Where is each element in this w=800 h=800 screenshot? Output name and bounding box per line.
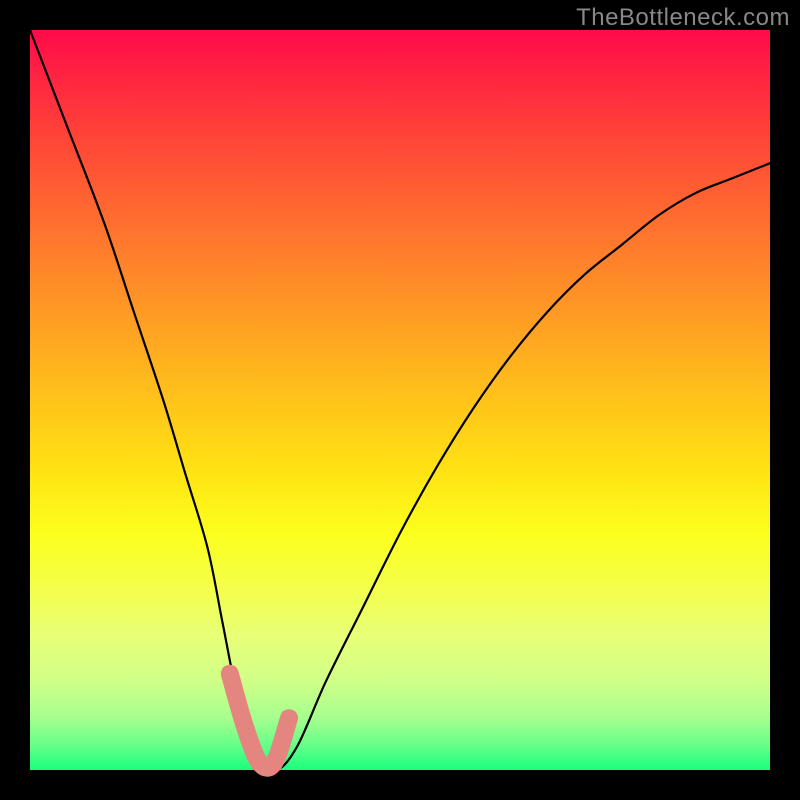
chart-frame: TheBottleneck.com [0,0,800,800]
highlight-marker [266,755,282,771]
curve-svg [30,30,770,770]
plot-area [30,30,770,770]
bottleneck-curve [30,30,770,770]
highlight-marker [251,755,267,771]
highlight-marker [237,718,253,734]
watermark-text: TheBottleneck.com [576,4,790,32]
highlight-marker [281,710,297,726]
highlight-marker [222,666,238,682]
